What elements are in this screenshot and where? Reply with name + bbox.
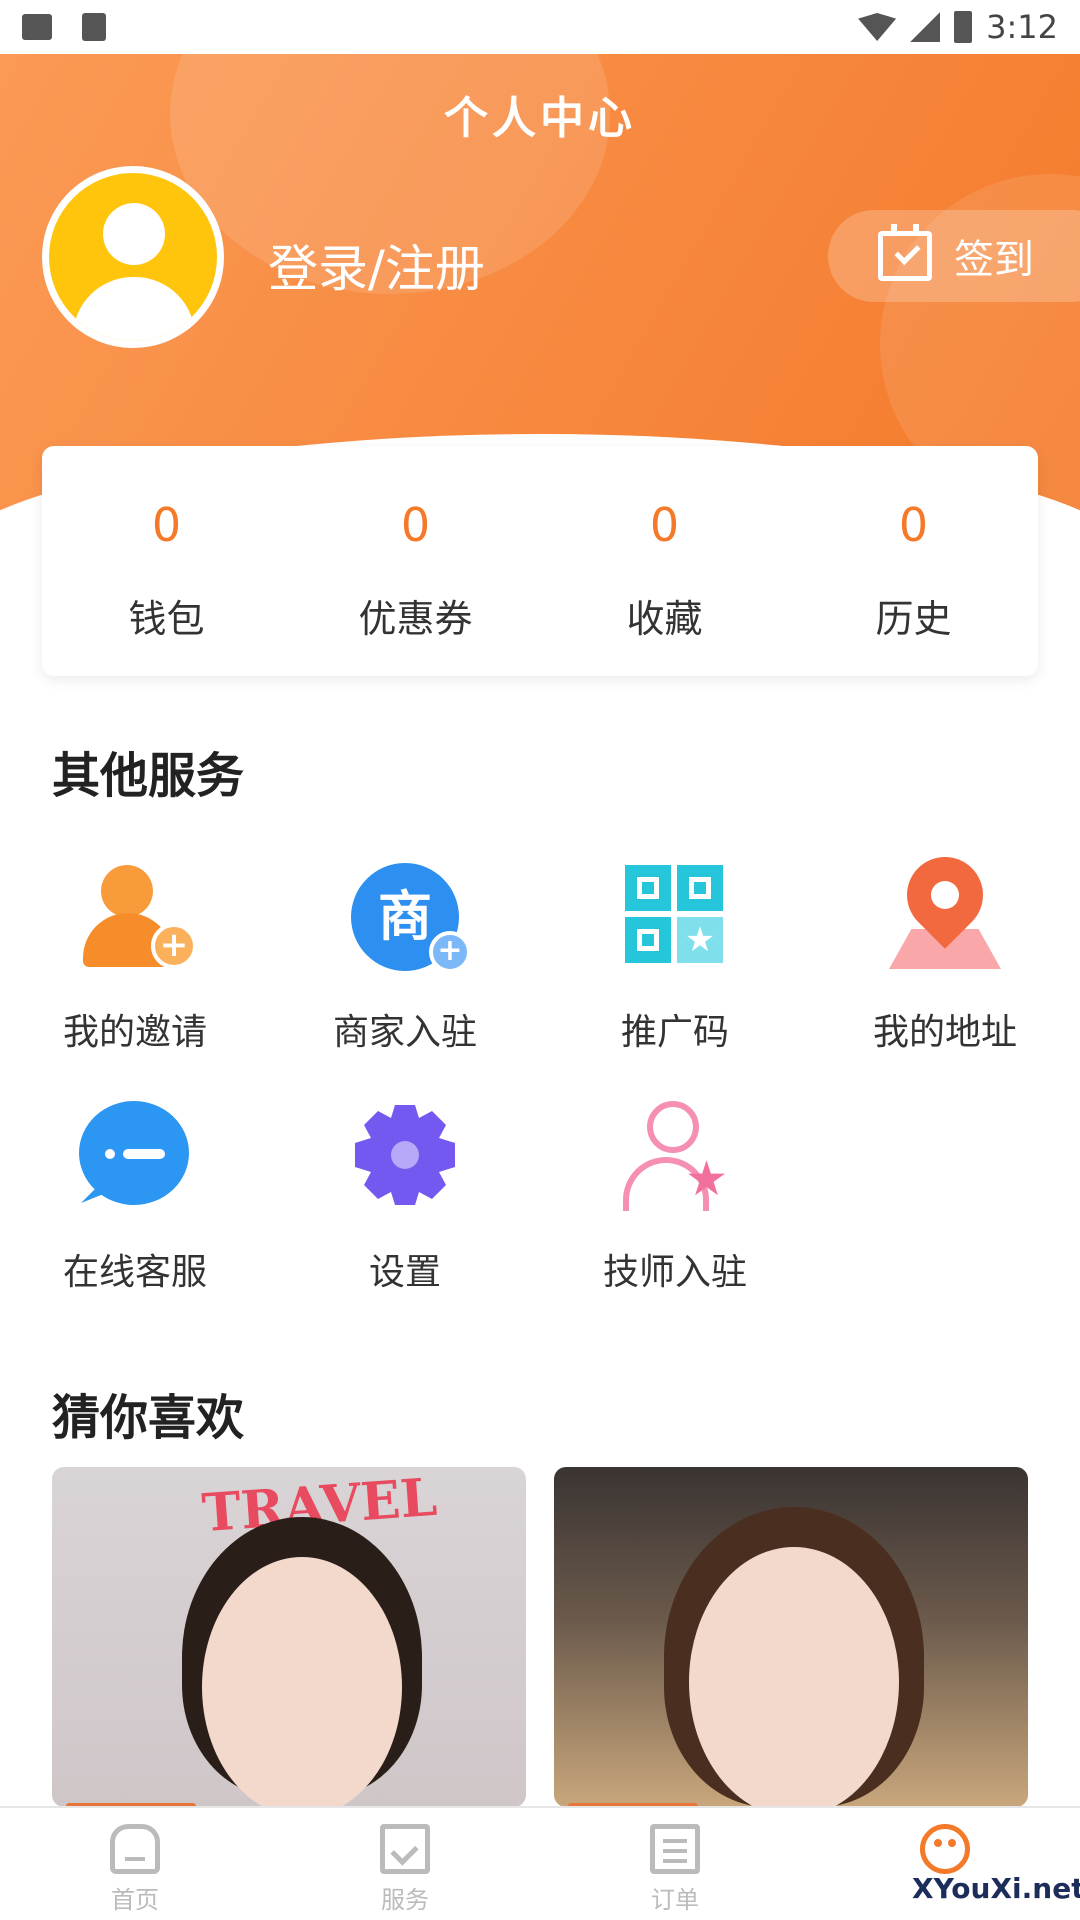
- order-icon: [650, 1824, 700, 1874]
- stat-value: 0: [400, 498, 431, 552]
- stat-label: 优惠券: [358, 597, 473, 641]
- stat-coupons[interactable]: 0 优惠券: [291, 446, 540, 676]
- service-settings[interactable]: 设置: [270, 1095, 540, 1295]
- stat-favorites[interactable]: 0 收藏: [540, 446, 789, 676]
- checkin-label: 签到: [954, 237, 1034, 283]
- service-technician-join[interactable]: ★ 技师入驻: [540, 1095, 810, 1295]
- photo-face: [202, 1557, 402, 1807]
- service-label: 推广码: [620, 1012, 729, 1053]
- qr-code-icon: ★: [615, 855, 735, 975]
- checkin-button[interactable]: 签到: [828, 210, 1080, 302]
- profile-icon: [920, 1824, 970, 1874]
- recommend-cards: TRAVEL: [52, 1467, 1028, 1807]
- service-label: 技师入驻: [602, 1252, 747, 1293]
- battery-icon: [954, 11, 973, 43]
- service-label: 商家入驻: [332, 1012, 477, 1053]
- user-star-icon: ★: [615, 1095, 735, 1215]
- page-title: 个人中心: [444, 93, 636, 144]
- status-time: 3:12: [986, 8, 1058, 46]
- service-merchant-join[interactable]: 商 + 商家入驻: [270, 855, 540, 1055]
- avatar[interactable]: [42, 166, 224, 348]
- font-notification-icon: [82, 13, 106, 41]
- shop-plus-icon: 商 +: [345, 855, 471, 975]
- recommend-card[interactable]: TRAVEL: [52, 1467, 526, 1807]
- watermark: XYouXi.net: [912, 1872, 1080, 1905]
- user-plus-icon: +: [75, 855, 197, 975]
- stat-value: 0: [649, 498, 680, 552]
- stat-label: 历史: [875, 597, 952, 641]
- signal-icon: [910, 12, 941, 42]
- tab-label: 服务: [381, 1886, 429, 1914]
- service-label: 设置: [368, 1252, 441, 1293]
- status-bar: 3:12: [0, 0, 1080, 54]
- tab-label: 首页: [111, 1886, 159, 1914]
- service-label: 我的地址: [872, 1012, 1017, 1053]
- tab-label: 订单: [651, 1886, 699, 1914]
- calendar-check-icon: [878, 224, 932, 281]
- home-icon: [110, 1824, 160, 1874]
- tab-services[interactable]: 服务: [270, 1808, 540, 1920]
- services-section-title: 其他服务: [52, 748, 245, 804]
- location-pin-icon: [885, 841, 1005, 975]
- service-online-support[interactable]: 在线客服: [0, 1095, 270, 1295]
- image-notification-icon: [22, 14, 52, 40]
- stat-wallet[interactable]: 0 钱包: [42, 446, 291, 676]
- tab-orders[interactable]: 订单: [540, 1808, 810, 1920]
- bookmark-icon: [380, 1824, 430, 1874]
- chat-icon: [75, 1095, 195, 1215]
- stat-label: 钱包: [128, 597, 205, 641]
- recommend-card[interactable]: [554, 1467, 1028, 1807]
- service-label: 在线客服: [62, 1252, 207, 1293]
- service-my-address[interactable]: 我的地址: [810, 841, 1080, 1055]
- login-register-link[interactable]: 登录/注册: [268, 229, 485, 301]
- photo-face: [689, 1547, 899, 1807]
- stat-value: 0: [151, 498, 182, 552]
- wifi-icon: [858, 13, 897, 41]
- service-promo-code[interactable]: ★ 推广码: [540, 855, 810, 1055]
- service-my-invite[interactable]: + 我的邀请: [0, 855, 270, 1055]
- profile-page: 3:12 个人中心 登录/注册 签到 0 钱包 0 优惠券 0 收藏 0 历史 …: [0, 0, 1080, 1920]
- tab-home[interactable]: 首页: [0, 1808, 270, 1920]
- stat-value: 0: [898, 498, 929, 552]
- stat-label: 收藏: [626, 597, 703, 641]
- stat-history[interactable]: 0 历史: [789, 446, 1038, 676]
- default-user-icon: [49, 173, 217, 341]
- recommend-section-title: 猜你喜欢: [52, 1390, 245, 1446]
- stats-card: 0 钱包 0 优惠券 0 收藏 0 历史: [42, 446, 1038, 676]
- service-label: 我的邀请: [62, 1012, 207, 1053]
- gear-icon: [345, 1095, 465, 1215]
